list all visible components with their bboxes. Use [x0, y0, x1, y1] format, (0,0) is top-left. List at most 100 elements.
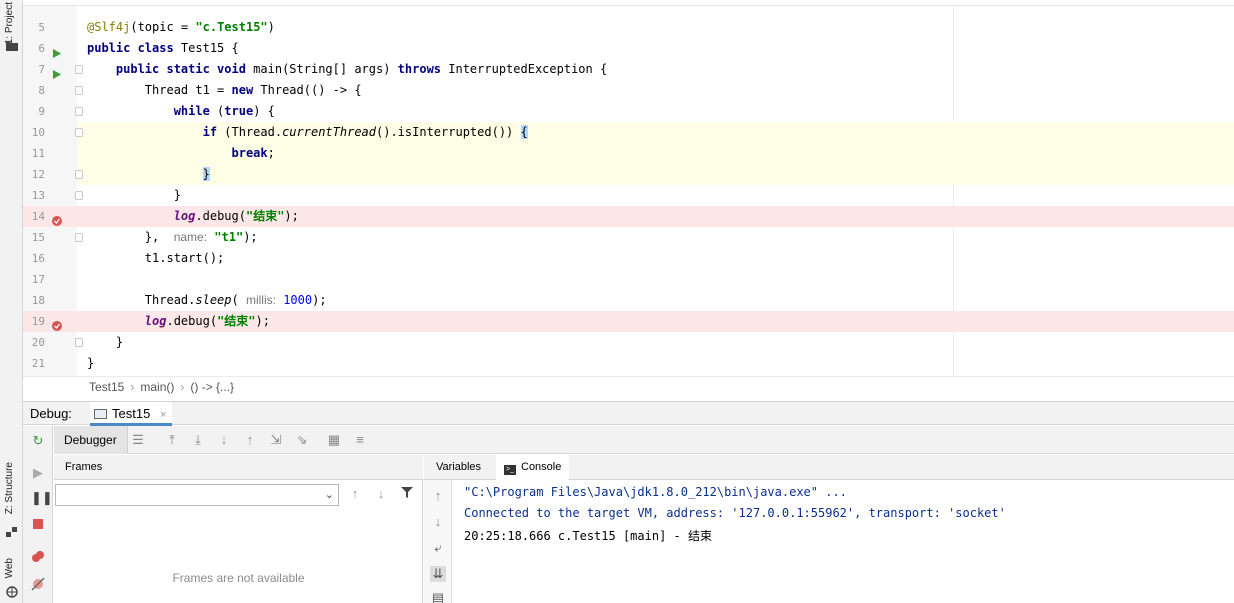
run-class-icon[interactable]: [52, 44, 61, 58]
code-text: }: [202, 167, 210, 181]
stop-icon[interactable]: [31, 518, 45, 532]
step-over-icon[interactable]: ⤓: [190, 432, 206, 448]
structure-icon[interactable]: [6, 526, 18, 537]
code-line[interactable]: 21 }: [23, 353, 1234, 374]
code-line[interactable]: 6 public class Test15 {: [23, 38, 1234, 59]
arrow-down-icon[interactable]: ↓: [430, 514, 446, 530]
soft-wrap-icon[interactable]: ⤶: [430, 540, 446, 556]
fold-marker-icon[interactable]: [75, 107, 83, 116]
tab-console[interactable]: >_ Console: [496, 455, 570, 480]
fold-marker-icon[interactable]: [75, 170, 83, 179]
frames-empty-message: Frames are not available: [172, 571, 305, 585]
code-text: break;: [231, 146, 275, 160]
thread-selector[interactable]: ⌄: [55, 484, 339, 506]
line-number: 15: [31, 231, 45, 244]
code-line[interactable]: 17: [23, 269, 1234, 290]
code-line[interactable]: 13 }: [23, 185, 1234, 206]
code-text: }: [87, 335, 124, 349]
console-line: Connected to the target VM, address: '12…: [464, 506, 1006, 520]
code-line[interactable]: 5 @Slf4j(topic = "c.Test15"): [23, 17, 1234, 38]
code-line[interactable]: 11 break;: [23, 143, 1234, 164]
arrow-up-icon[interactable]: ↑: [430, 488, 446, 504]
run-method-icon[interactable]: [52, 65, 61, 79]
breadcrumb-item[interactable]: () -> {...}: [190, 380, 234, 394]
code-text: if (Thread.currentThread().isInterrupted…: [202, 125, 528, 139]
run-config-icon: [94, 409, 107, 419]
code-line[interactable]: 10 if (Thread.currentThread().isInterrup…: [23, 122, 1234, 143]
rerun-icon[interactable]: ↻: [31, 434, 45, 448]
debug-actions-column: ↻ ▶ ❚❚: [23, 426, 53, 603]
line-number: 17: [31, 273, 45, 286]
frames-panel: ⌄ ↑ ↓ Frames are not available: [54, 480, 423, 603]
console-output[interactable]: "C:\Program Files\Java\jdk1.8.0_212\bin\…: [453, 480, 1234, 603]
code-editor[interactable]: 4 5 @Slf4j(topic = "c.Test15") 6 public …: [23, 0, 1234, 376]
fold-marker-icon[interactable]: [75, 338, 83, 347]
breakpoint-icon[interactable]: [52, 317, 62, 331]
code-line[interactable]: 12 }: [23, 164, 1234, 185]
fold-marker-icon[interactable]: [75, 191, 83, 200]
line-number: 6: [38, 42, 45, 55]
fold-marker-icon[interactable]: [75, 86, 83, 95]
editor-top-border: [23, 0, 1234, 6]
line-number: 8: [38, 84, 45, 97]
pause-icon[interactable]: ❚❚: [31, 491, 53, 505]
console-line: 20:25:18.666 c.Test15 [main] - 结束: [464, 529, 712, 543]
project-tool-tab[interactable]: 1: Project: [4, 2, 15, 44]
trace-icon[interactable]: ≡: [352, 432, 368, 448]
arrow-down-icon[interactable]: ↓: [373, 486, 389, 502]
arrow-up-icon[interactable]: ↑: [347, 486, 363, 502]
breakpoint-icon[interactable]: [52, 212, 62, 226]
debugger-tab[interactable]: Debugger: [54, 426, 128, 454]
breakpoint-line[interactable]: 14 log.debug("结束");: [23, 206, 1234, 227]
debug-session-tab[interactable]: Test15 ×: [90, 402, 173, 426]
breadcrumb: Test15 › main() › () -> {...}: [23, 376, 1234, 397]
code-text: log.debug("结束");: [173, 209, 299, 223]
web-tool-tab[interactable]: Web: [4, 558, 15, 578]
code-line[interactable]: 18 Thread.sleep( millis: 1000);: [23, 290, 1234, 311]
code-text: }: [87, 356, 95, 370]
breadcrumb-item[interactable]: Test15: [89, 380, 124, 394]
close-icon[interactable]: ×: [160, 409, 166, 421]
chevron-down-icon: ⌄: [324, 489, 334, 501]
run-to-cursor-icon[interactable]: ⇘: [294, 432, 310, 448]
code-line[interactable]: 9 while (true) {: [23, 101, 1234, 122]
console-actions: ↑ ↓ ⤶ ⇊ ▤: [424, 480, 452, 603]
globe-icon[interactable]: [6, 586, 18, 598]
line-number: 5: [38, 21, 45, 34]
view-breakpoints-icon[interactable]: [31, 550, 45, 564]
debug-tool-window-header: Debug: Test15 ×: [23, 401, 1234, 426]
drop-frame-icon[interactable]: ⇲: [268, 432, 284, 448]
resume-icon[interactable]: ▶: [31, 466, 45, 480]
breakpoint-line[interactable]: 19 log.debug("结束");: [23, 311, 1234, 332]
print-icon[interactable]: ▤: [430, 590, 446, 603]
code-line[interactable]: 15 }, name: "t1");: [23, 227, 1234, 248]
code-line[interactable]: 20 }: [23, 332, 1234, 353]
code-line[interactable]: 16 t1.start();: [23, 248, 1234, 269]
show-execution-point-icon[interactable]: ⤒: [164, 432, 180, 448]
step-into-icon[interactable]: ↓: [216, 432, 232, 448]
code-line[interactable]: 8 Thread t1 = new Thread(() -> {: [23, 80, 1234, 101]
menu-icon[interactable]: ☰: [130, 432, 146, 448]
tab-console-label: Console: [521, 461, 562, 473]
tool-window-strip: 1: Project Z: Structure Web: [0, 0, 23, 603]
fold-marker-icon[interactable]: [75, 233, 83, 242]
evaluate-expression-icon[interactable]: ▦: [326, 432, 342, 448]
console-line: "C:\Program Files\Java\jdk1.8.0_212\bin\…: [464, 485, 847, 499]
scroll-to-end-icon[interactable]: ⇊: [430, 566, 446, 582]
step-out-icon[interactable]: ↑: [242, 432, 258, 448]
mute-breakpoints-icon[interactable]: [31, 577, 45, 591]
structure-tool-tab[interactable]: Z: Structure: [4, 462, 15, 514]
line-number: 7: [38, 63, 45, 76]
breadcrumb-item[interactable]: main(): [140, 380, 174, 394]
debug-label: Debug:: [30, 406, 72, 421]
filter-icon[interactable]: [399, 486, 415, 502]
code-text: @Slf4j(topic = "c.Test15"): [87, 20, 275, 34]
folder-icon[interactable]: [6, 40, 18, 51]
fold-marker-icon[interactable]: [75, 128, 83, 137]
frames-header: Frames: [54, 455, 423, 480]
breadcrumb-separator: ›: [180, 380, 185, 394]
tab-variables[interactable]: Variables: [428, 455, 489, 480]
code-line[interactable]: 7 public static void main(String[] args)…: [23, 59, 1234, 80]
fold-marker-icon[interactable]: [75, 65, 83, 74]
code-text: }, name: "t1");: [87, 230, 258, 244]
